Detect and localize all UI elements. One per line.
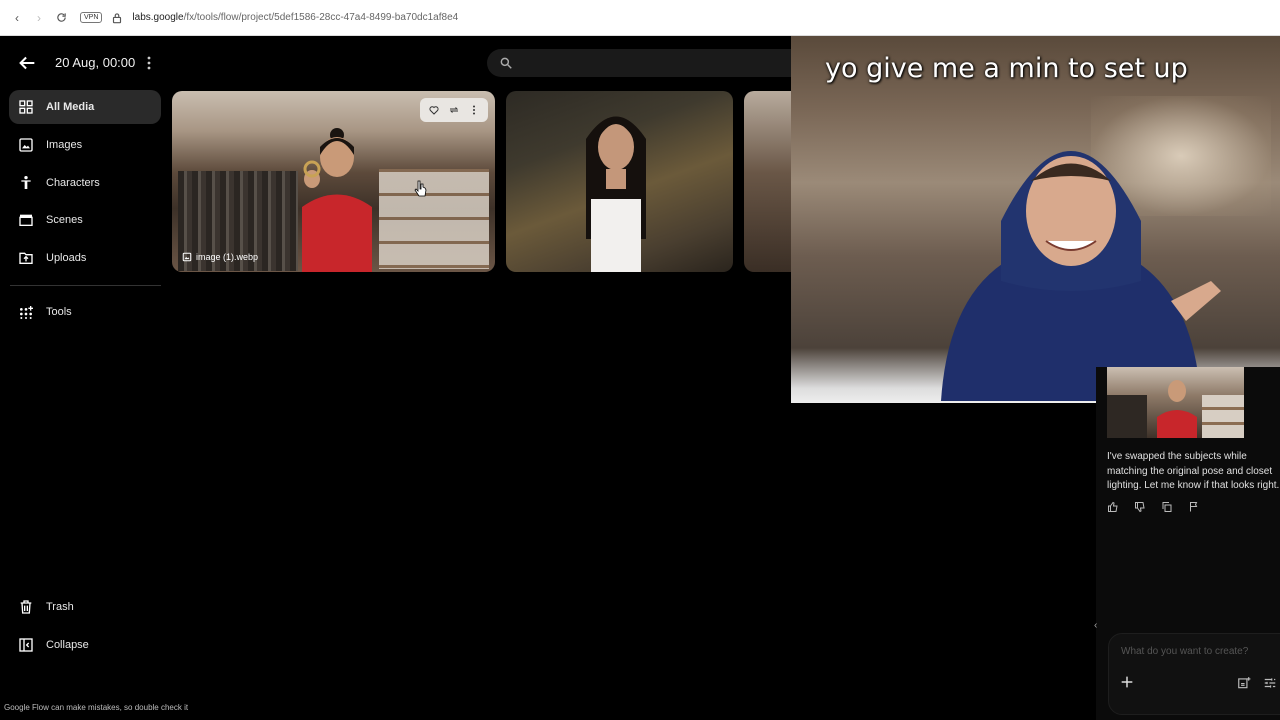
sidebar-divider [10, 285, 161, 286]
sidebar-item-label: Trash [46, 601, 74, 613]
assistant-message: I've swapped the subjects while matching… [1107, 451, 1280, 491]
report-button[interactable] [1188, 500, 1215, 514]
reuse-prompt-icon[interactable] [448, 104, 460, 116]
mouse-cursor-icon [414, 180, 427, 197]
tile-filename: image (1).webp [182, 252, 258, 262]
browser-back-icon[interactable]: ‹ [6, 7, 28, 29]
clapper-icon [19, 214, 33, 226]
prompt-composer [1108, 633, 1280, 715]
sidebar-item-label: Images [46, 139, 83, 151]
webcam-overlay: yo give me a min to set up [791, 36, 1280, 403]
sidebar-item-label: Collapse [46, 639, 89, 651]
prompt-input[interactable] [1121, 646, 1280, 657]
person-holding-object-image [302, 128, 372, 272]
project-menu-button[interactable] [140, 52, 158, 74]
thumbs-up-button[interactable] [1107, 500, 1134, 514]
thumbnail-scene-image [1107, 380, 1244, 438]
tools-grid-icon [20, 306, 33, 319]
sidebar-item-tools[interactable]: Tools [9, 295, 161, 329]
browser-address-bar: ‹ › VPN labs.google/fx/tools/flow/projec… [0, 0, 1280, 36]
favorite-icon[interactable] [428, 104, 440, 116]
streamer-image [941, 151, 1221, 401]
sidebar-item-label: Characters [46, 177, 100, 189]
copy-icon [1162, 502, 1172, 512]
url-field[interactable]: labs.google/fx/tools/flow/project/5def15… [132, 12, 458, 23]
flag-icon [1190, 502, 1198, 512]
collapse-icon [19, 638, 33, 652]
sidebar-item-label: Tools [46, 306, 72, 318]
sidebar-item-images[interactable]: Images [9, 128, 161, 162]
flow-app: 20 Aug, 00:00 All Media Images Character… [0, 36, 1280, 720]
media-tile[interactable]: image (1).webp [172, 91, 495, 272]
thumbs-down-icon [1135, 502, 1145, 513]
trash-icon [20, 600, 32, 614]
disclaimer-text: Google Flow can make mistakes, so double… [4, 703, 189, 712]
more-vert-icon[interactable] [468, 104, 480, 116]
sidebar-item-collapse[interactable]: Collapse [9, 628, 161, 662]
vpn-badge[interactable]: VPN [80, 12, 103, 23]
image-icon [182, 252, 192, 262]
media-tile[interactable] [744, 91, 792, 272]
tile-action-bar [420, 98, 488, 122]
add-media-icon[interactable] [1237, 676, 1251, 690]
reload-icon[interactable] [50, 7, 72, 29]
search-input[interactable] [487, 49, 807, 77]
tile-filename-text: image (1).webp [196, 252, 259, 262]
back-arrow-icon[interactable] [16, 52, 38, 74]
sidebar-item-scenes[interactable]: Scenes [9, 203, 161, 237]
message-feedback-row [1107, 500, 1215, 514]
plus-icon[interactable] [1119, 674, 1135, 690]
thumbs-up-icon [1108, 501, 1118, 512]
chat-panel: I've swapped the subjects while matching… [1094, 367, 1280, 720]
lock-icon[interactable] [110, 11, 124, 25]
sidebar-item-label: Uploads [46, 252, 87, 264]
chat-result-thumbnail[interactable] [1107, 367, 1244, 438]
more-vert-icon [147, 56, 151, 70]
project-title: 20 Aug, 00:00 [55, 55, 136, 70]
copy-button[interactable] [1161, 500, 1188, 514]
search-icon [500, 57, 512, 69]
upload-folder-icon [19, 252, 33, 264]
sidebar-item-characters[interactable]: Characters [9, 166, 161, 200]
stream-caption: yo give me a min to set up [825, 53, 1188, 84]
grid-icon [19, 100, 33, 114]
sidebar: All Media Images Characters Scenes Uploa… [0, 90, 170, 720]
tune-settings-icon[interactable] [1263, 676, 1277, 690]
sidebar-item-label: Scenes [46, 214, 83, 226]
browser-forward-icon[interactable]: › [28, 7, 50, 29]
sidebar-item-label: All Media [46, 101, 95, 113]
image-icon [19, 138, 33, 152]
media-tile[interactable] [506, 91, 733, 272]
person-portrait-image [586, 116, 646, 272]
sidebar-item-all-media[interactable]: All Media [9, 90, 161, 124]
project-header: 20 Aug, 00:00 [0, 36, 807, 90]
panel-chevron-icon[interactable]: ‹ [1094, 620, 1097, 631]
sidebar-item-trash[interactable]: Trash [9, 590, 161, 624]
thumbs-down-button[interactable] [1134, 500, 1161, 514]
person-icon [21, 176, 31, 189]
shoe-shelf-image [379, 169, 489, 269]
sidebar-item-uploads[interactable]: Uploads [9, 241, 161, 275]
